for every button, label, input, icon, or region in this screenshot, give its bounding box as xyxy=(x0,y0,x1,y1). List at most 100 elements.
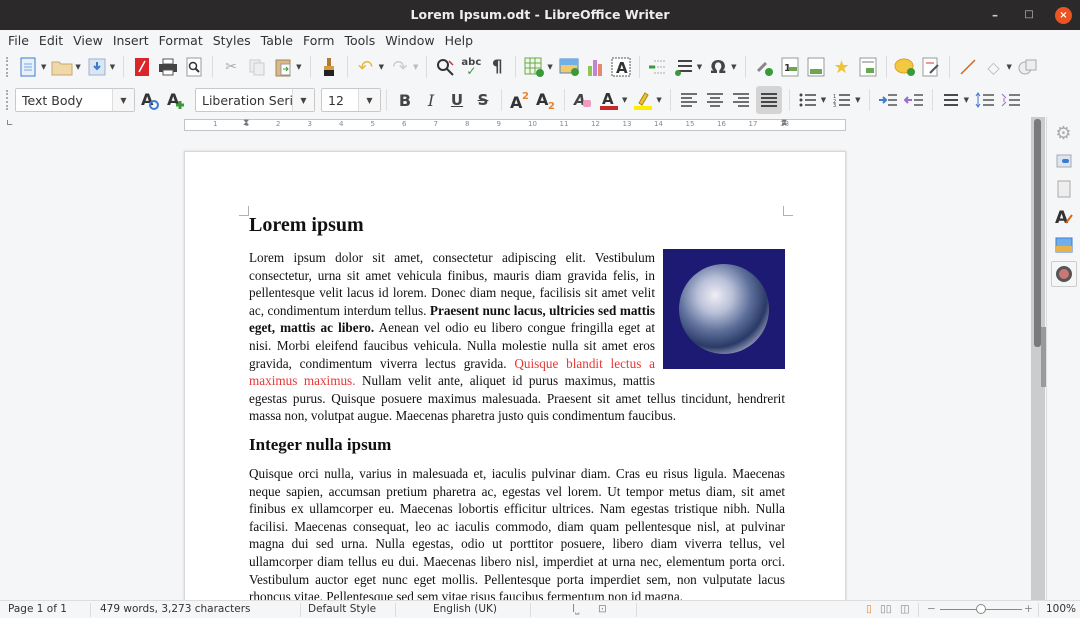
save-dropdown-icon[interactable]: ▼ xyxy=(110,63,115,71)
page-style[interactable]: Default Style xyxy=(308,603,376,615)
insert-comment-icon[interactable] xyxy=(894,56,916,78)
word-count[interactable]: 479 words, 3,273 characters xyxy=(100,603,250,615)
underline-icon[interactable]: U xyxy=(446,89,468,111)
earth-image[interactable] xyxy=(663,249,785,369)
chevron-down-icon[interactable]: ▼ xyxy=(112,89,134,111)
insert-chart-icon[interactable] xyxy=(584,56,606,78)
paragraph-spacing-decrease-icon[interactable] xyxy=(1000,89,1022,111)
minimize-button[interactable]: – xyxy=(987,0,1003,30)
menu-tools[interactable]: Tools xyxy=(339,33,380,48)
bold-icon[interactable]: B xyxy=(394,89,416,111)
menu-insert[interactable]: Insert xyxy=(108,33,154,48)
insert-text-box-icon[interactable]: A xyxy=(610,56,632,78)
tab-stop-selector[interactable]: ∟ xyxy=(6,119,14,129)
horizontal-ruler[interactable]: 1 1 2 3 4 5 6 7 8 9 10 11 12 13 14 15 16 17 18 ⧗ ⧗ xyxy=(184,118,846,131)
insert-mode-icon[interactable]: I⎵ xyxy=(572,603,579,616)
insert-field-icon[interactable] xyxy=(673,56,695,78)
print-preview-icon[interactable] xyxy=(183,56,205,78)
document-content[interactable]: Lorem ipsum Lorem ipsum dolor sit amet, … xyxy=(249,212,785,600)
single-page-view-icon[interactable]: ▯ xyxy=(866,603,872,615)
navigator-icon[interactable] xyxy=(1050,261,1077,287)
superscript-icon[interactable]: A2 xyxy=(509,89,531,111)
menu-view[interactable]: View xyxy=(68,33,108,48)
document-page[interactable]: Lorem ipsum Lorem ipsum dolor sit amet, … xyxy=(184,151,846,600)
font-size-select[interactable]: 12 ▼ xyxy=(321,88,381,112)
font-name-select[interactable]: Liberation Serif ▼ xyxy=(195,88,315,112)
draw-functions-icon[interactable] xyxy=(1017,56,1039,78)
book-view-icon[interactable]: ◫ xyxy=(900,603,910,615)
line-spacing-icon[interactable] xyxy=(940,89,962,111)
restore-button[interactable]: □ xyxy=(1021,0,1037,30)
font-color-icon[interactable]: A xyxy=(598,89,620,111)
paragraph-style-select[interactable]: Text Body ▼ xyxy=(15,88,135,112)
insert-cross-reference-icon[interactable] xyxy=(857,56,879,78)
new-document-icon[interactable] xyxy=(17,56,39,78)
chevron-down-icon[interactable]: ▼ xyxy=(358,89,380,111)
find-replace-icon[interactable] xyxy=(434,56,456,78)
insert-table-icon[interactable] xyxy=(523,56,545,78)
multi-page-view-icon[interactable]: ▯▯ xyxy=(880,603,892,615)
formatting-marks-icon[interactable]: ¶ xyxy=(486,56,508,78)
undo-dropdown-icon[interactable]: ▼ xyxy=(379,63,384,71)
align-right-icon[interactable] xyxy=(730,89,752,111)
insert-endnote-icon[interactable] xyxy=(805,56,827,78)
new-dropdown-icon[interactable]: ▼ xyxy=(41,63,46,71)
redo-icon[interactable]: ↷ xyxy=(389,56,411,78)
italic-icon[interactable]: I xyxy=(420,89,442,111)
left-indent-marker[interactable]: ⧗ xyxy=(243,118,249,128)
menu-edit[interactable]: Edit xyxy=(34,33,68,48)
line-spacing-dropdown-icon[interactable]: ▼ xyxy=(964,96,969,104)
export-pdf-icon[interactable] xyxy=(131,56,153,78)
close-button[interactable]: × xyxy=(1055,6,1072,24)
language[interactable]: English (UK) xyxy=(433,603,497,615)
highlight-color-icon[interactable] xyxy=(632,89,654,111)
table-dropdown-icon[interactable]: ▼ xyxy=(547,63,552,71)
subscript-icon[interactable]: A2 xyxy=(535,89,557,111)
open-dropdown-icon[interactable]: ▼ xyxy=(75,63,80,71)
align-center-icon[interactable] xyxy=(704,89,726,111)
basic-shapes-icon[interactable]: ◇ xyxy=(983,56,1005,78)
page-icon[interactable] xyxy=(1052,149,1076,173)
cut-icon[interactable]: ✂ xyxy=(220,56,242,78)
bullets-dropdown-icon[interactable]: ▼ xyxy=(821,96,826,104)
open-folder-icon[interactable] xyxy=(51,56,73,78)
numbering-dropdown-icon[interactable]: ▼ xyxy=(855,96,860,104)
menu-styles[interactable]: Styles xyxy=(208,33,256,48)
insert-page-break-icon[interactable] xyxy=(647,56,669,78)
menu-format[interactable]: Format xyxy=(154,33,208,48)
clone-formatting-icon[interactable] xyxy=(318,56,340,78)
paste-dropdown-icon[interactable]: ▼ xyxy=(296,63,301,71)
clear-formatting-icon[interactable]: A xyxy=(572,89,594,111)
field-dropdown-icon[interactable]: ▼ xyxy=(697,63,702,71)
right-indent-marker[interactable]: ⧗ xyxy=(781,118,787,128)
shapes-dropdown-icon[interactable]: ▼ xyxy=(1007,63,1012,71)
toolbar-grip[interactable] xyxy=(6,57,9,77)
zoom-level[interactable]: 100% xyxy=(1046,603,1076,615)
insert-hyperlink-icon[interactable] xyxy=(753,56,775,78)
chevron-down-icon[interactable]: ▼ xyxy=(292,89,314,111)
highlight-dropdown-icon[interactable]: ▼ xyxy=(656,96,661,104)
insert-bookmark-icon[interactable]: ★ xyxy=(831,56,853,78)
properties-icon[interactable]: ⚙ xyxy=(1052,121,1076,145)
print-icon[interactable] xyxy=(157,56,179,78)
menu-window[interactable]: Window xyxy=(380,33,439,48)
zoom-slider-handle[interactable] xyxy=(976,604,986,614)
document-modified-icon[interactable]: ⊡ xyxy=(598,603,607,615)
increase-indent-icon[interactable] xyxy=(877,89,899,111)
insert-footnote-icon[interactable]: 1 xyxy=(779,56,801,78)
menu-file[interactable]: File xyxy=(3,33,34,48)
unordered-list-icon[interactable] xyxy=(797,89,819,111)
spellcheck-icon[interactable]: abc ✓ xyxy=(460,56,482,78)
decrease-indent-icon[interactable] xyxy=(903,89,925,111)
redo-dropdown-icon[interactable]: ▼ xyxy=(413,63,418,71)
new-style-icon[interactable]: A xyxy=(165,89,187,111)
update-style-icon[interactable]: A xyxy=(139,89,161,111)
paste-icon[interactable] xyxy=(272,56,294,78)
page-count[interactable]: Page 1 of 1 xyxy=(8,603,67,615)
zoom-in-button[interactable]: + xyxy=(1024,603,1033,615)
save-icon[interactable] xyxy=(86,56,108,78)
insert-line-icon[interactable] xyxy=(957,56,979,78)
copy-icon[interactable] xyxy=(246,56,268,78)
toolbar-grip[interactable] xyxy=(6,90,9,110)
insert-image-icon[interactable] xyxy=(558,56,580,78)
